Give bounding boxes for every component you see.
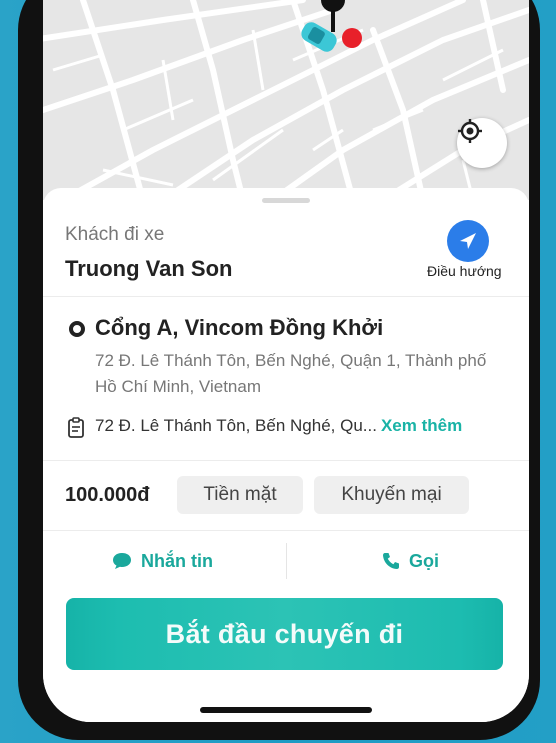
sheet-drag-handle[interactable]	[262, 198, 310, 203]
promotion-chip[interactable]: Khuyến mại	[314, 476, 469, 514]
payment-method-chip[interactable]: Tiền mặt	[177, 476, 303, 514]
locate-me-button[interactable]	[457, 118, 507, 168]
see-more-link[interactable]: Xem thêm	[381, 416, 462, 435]
call-label: Gọi	[409, 550, 439, 571]
navigation-arrow-icon	[460, 233, 476, 249]
map-streets	[43, 0, 529, 200]
note-icon	[68, 417, 84, 438]
navigation-label[interactable]: Điều hướng	[427, 263, 502, 279]
divider	[43, 296, 529, 297]
destination-dot-icon	[342, 28, 362, 48]
map-view[interactable]	[43, 0, 529, 200]
home-indicator	[200, 707, 372, 713]
phone-icon	[383, 553, 399, 569]
divider	[43, 530, 529, 531]
pickup-address: 72 Đ. Lê Thánh Tôn, Bến Nghé, Quận 1, Th…	[95, 351, 487, 396]
fare-amount: 100.000đ	[65, 484, 150, 506]
pickup-note: 72 Đ. Lê Thánh Tôn, Bến Nghé, Qu... Xem t…	[95, 416, 462, 436]
action-separator	[286, 543, 287, 579]
crosshair-icon	[458, 119, 482, 143]
divider	[43, 460, 529, 461]
phone-screen: Khách đi xe Truong Van Son Điều hướng Cổ…	[43, 0, 529, 722]
trip-bottom-sheet: Khách đi xe Truong Van Son Điều hướng Cổ…	[43, 188, 529, 722]
call-button[interactable]: Gọi	[381, 546, 439, 576]
message-label: Nhắn tin	[141, 550, 213, 571]
passenger-name: Truong Van Son	[65, 256, 233, 281]
pickup-name: Cổng A, Vincom Đồng Khởi	[95, 315, 384, 340]
passenger-label: Khách đi xe	[65, 224, 165, 245]
pickup-pin-icon	[69, 321, 85, 337]
start-trip-button[interactable]: Bắt đầu chuyến đi	[66, 598, 503, 670]
chat-bubble-icon	[113, 553, 131, 569]
pickup-note-text: 72 Đ. Lê Thánh Tôn, Bến Nghé, Qu...	[95, 416, 377, 435]
message-button[interactable]: Nhắn tin	[111, 546, 213, 576]
navigation-button[interactable]	[447, 220, 489, 262]
